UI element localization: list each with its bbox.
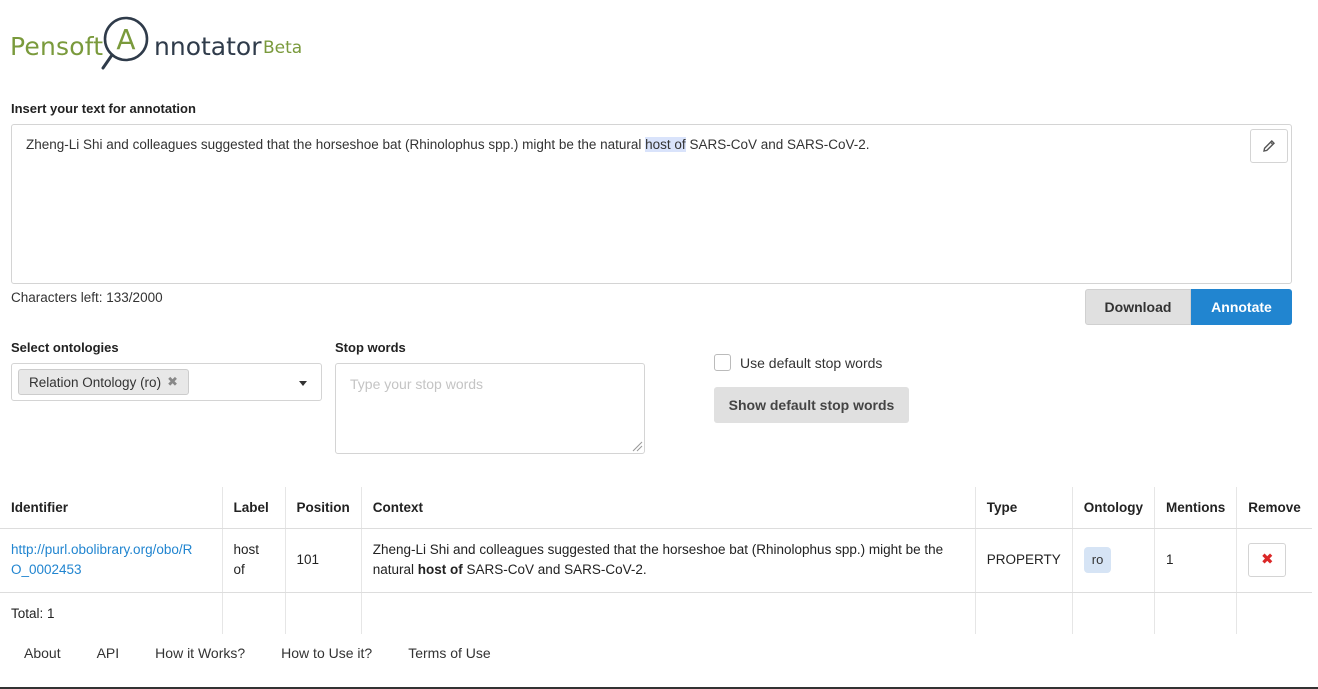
context-cell: Zheng-Li Shi and colleagues suggested th… bbox=[360, 528, 976, 593]
header-position[interactable]: Position bbox=[284, 487, 362, 529]
empty-cell bbox=[974, 592, 1073, 634]
ontologies-label: Select ontologies bbox=[11, 340, 119, 355]
remove-chip-icon[interactable]: ✖ bbox=[167, 374, 178, 390]
empty-cell bbox=[1236, 592, 1312, 634]
type-cell: PROPERTY bbox=[974, 528, 1073, 593]
ontology-chip: Relation Ontology (ro) ✖ bbox=[18, 369, 189, 395]
characters-left-counter: Characters left: 133/2000 bbox=[11, 290, 163, 305]
total-cell: Total: 1 bbox=[11, 605, 55, 621]
header-type[interactable]: Type bbox=[974, 487, 1073, 529]
annotations-table: Identifier Label Position Context Type O… bbox=[0, 487, 1312, 634]
remove-cell: ✖ bbox=[1236, 528, 1312, 593]
annotation-text-area[interactable]: Zheng-Li Shi and colleagues suggested th… bbox=[11, 124, 1292, 284]
download-button[interactable]: Download bbox=[1085, 289, 1191, 325]
empty-cell bbox=[1154, 592, 1237, 634]
magnifier-logo-icon: A bbox=[101, 16, 149, 70]
identifier-link[interactable]: http://purl.obolibrary.org/obo/R O_000245… bbox=[11, 542, 192, 577]
header-mentions[interactable]: Mentions bbox=[1154, 487, 1237, 529]
use-default-stop-words-option[interactable]: Use default stop words bbox=[714, 354, 882, 371]
header-ontology[interactable]: Ontology bbox=[1071, 487, 1155, 529]
footer-link-how-it-works[interactable]: How it Works? bbox=[155, 645, 245, 661]
annotation-text: Zheng-Li Shi and colleagues suggested th… bbox=[26, 137, 870, 152]
annotate-button[interactable]: Annotate bbox=[1191, 289, 1292, 325]
text-input-label: Insert your text for annotation bbox=[11, 101, 196, 116]
header-remove: Remove bbox=[1236, 487, 1312, 529]
header-context[interactable]: Context bbox=[360, 487, 976, 529]
header-label[interactable]: Label bbox=[221, 487, 285, 529]
ontology-cell: ro bbox=[1071, 528, 1155, 593]
resize-handle-icon[interactable] bbox=[631, 440, 643, 452]
footer-links: About API How it Works? How to Use it? T… bbox=[24, 645, 491, 661]
chevron-down-icon[interactable] bbox=[299, 381, 307, 386]
empty-cell bbox=[360, 592, 976, 634]
empty-cell bbox=[284, 592, 362, 634]
empty-cell bbox=[1071, 592, 1155, 634]
stop-words-label: Stop words bbox=[335, 340, 406, 355]
pencil-icon bbox=[1263, 140, 1275, 152]
empty-cell bbox=[221, 592, 285, 634]
logo-mark-letter: A bbox=[116, 23, 135, 56]
ontology-badge: ro bbox=[1083, 547, 1112, 573]
header-identifier[interactable]: Identifier bbox=[0, 487, 222, 529]
text-after: SARS-CoV and SARS-CoV-2. bbox=[685, 137, 870, 152]
footer-link-how-to-use[interactable]: How to Use it? bbox=[281, 645, 372, 661]
text-before: Zheng-Li Shi and colleagues suggested th… bbox=[26, 137, 646, 152]
show-default-stop-words-button[interactable]: Show default stop words bbox=[714, 387, 909, 423]
table-header-row: Identifier Label Position Context Type O… bbox=[0, 487, 1312, 529]
footer-link-api[interactable]: API bbox=[97, 645, 120, 661]
mentions-cell: 1 bbox=[1154, 528, 1237, 593]
use-default-stop-words-checkbox[interactable] bbox=[714, 354, 731, 371]
logo-annotator-text: nnotator bbox=[154, 32, 262, 61]
label-cell: host of bbox=[221, 528, 285, 593]
logo-pensoft-text: Pensoft bbox=[10, 32, 104, 61]
ontology-select[interactable]: Relation Ontology (ro) ✖ bbox=[11, 363, 322, 401]
remove-row-button[interactable]: ✖ bbox=[1248, 543, 1287, 577]
identifier-cell: http://purl.obolibrary.org/obo/R O_000245… bbox=[0, 528, 222, 593]
ontology-chip-label: Relation Ontology (ro) bbox=[29, 374, 162, 390]
table-total-row: Total: 1 bbox=[0, 592, 1312, 634]
text-highlight: host of bbox=[645, 137, 686, 152]
footer-link-terms[interactable]: Terms of Use bbox=[408, 645, 490, 661]
action-buttons: Download Annotate bbox=[1085, 289, 1292, 325]
stop-words-placeholder: Type your stop words bbox=[350, 376, 484, 392]
close-icon: ✖ bbox=[1260, 551, 1274, 568]
table-row: http://purl.obolibrary.org/obo/R O_000245… bbox=[0, 528, 1312, 593]
use-default-stop-words-label: Use default stop words bbox=[740, 354, 883, 371]
context-match: host of bbox=[417, 562, 463, 577]
stop-words-input[interactable]: Type your stop words bbox=[335, 363, 645, 454]
logo-beta-label: Beta bbox=[263, 38, 303, 58]
position-cell: 101 bbox=[284, 528, 362, 593]
edit-button[interactable] bbox=[1250, 129, 1288, 163]
footer: About API How it Works? How to Use it? T… bbox=[0, 633, 1318, 689]
footer-link-about[interactable]: About bbox=[24, 645, 61, 661]
